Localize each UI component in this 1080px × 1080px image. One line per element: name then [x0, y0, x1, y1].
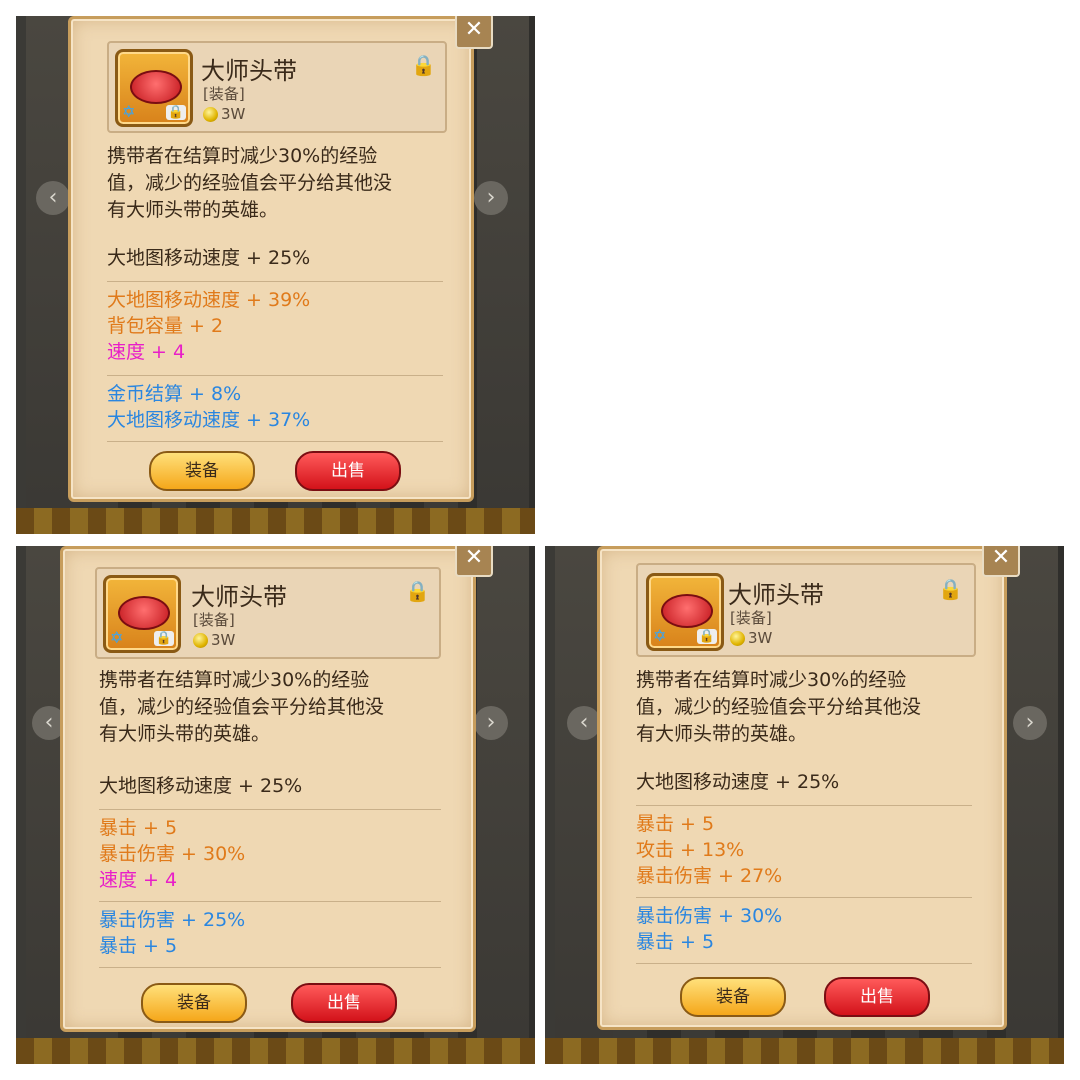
base-stat: 大地图移动速度 + 25% — [99, 775, 303, 797]
description-line: 携带者在结算时减少30%的经验 — [99, 669, 370, 691]
extra-stat: 暴击 + 5 — [99, 935, 178, 957]
equip-button[interactable]: 装备 — [141, 983, 247, 1023]
bonus-stat: 暴击 + 5 — [99, 817, 178, 839]
screenshot-3: ‹ › ✕ ✡ 🔒 大师头带 [装备] 3W 🔒 携带者在结算时减少30%的经验… — [545, 546, 1064, 1064]
right-column — [477, 16, 529, 534]
description-line: 值，减少的经验值会平分给其他没 — [99, 696, 385, 718]
lock-icon: 🔒 — [165, 105, 186, 120]
divider — [636, 897, 972, 898]
extra-stat: 暴击伤害 + 30% — [636, 905, 783, 927]
lock-icon[interactable]: 🔒 — [938, 577, 963, 601]
divider — [107, 375, 443, 376]
bottom-strip — [16, 1038, 535, 1064]
item-type: [装备] — [203, 85, 245, 103]
description-line: 值，减少的经验值会平分给其他没 — [636, 696, 922, 718]
price-value: 3W — [211, 631, 236, 649]
headband-icon — [661, 594, 713, 628]
item-description: 携带者在结算时减少30%的经验 值，减少的经验值会平分给其他没 有大师头带的英雄… — [636, 667, 921, 748]
star-badge-icon: ✡ — [653, 626, 667, 645]
description-line: 值，减少的经验值会平分给其他没 — [107, 172, 393, 194]
item-name: 大师头带 — [728, 581, 824, 609]
item-type: [装备] — [193, 611, 235, 629]
item-price: 3W — [203, 105, 245, 123]
close-x-icon[interactable]: ✕ — [455, 546, 493, 577]
base-stat: 大地图移动速度 + 25% — [636, 771, 840, 793]
lock-icon: 🔒 — [153, 631, 174, 646]
item-tooltip-panel: ✕ ✡ 🔒 大师头带 [装备] 3W 🔒 携带者在结算时减少30%的经验 值，减… — [68, 16, 493, 502]
divider — [636, 805, 972, 806]
bottom-strip — [16, 508, 535, 534]
bonus-stat: 暴击 + 5 — [636, 813, 715, 835]
left-arrow-icon[interactable]: ‹ — [36, 181, 70, 215]
item-icon[interactable]: ✡ 🔒 — [646, 573, 724, 651]
item-icon[interactable]: ✡ 🔒 — [115, 49, 193, 127]
item-header: ✡ 🔒 大师头带 [装备] 3W 🔒 — [636, 563, 976, 657]
right-column — [477, 546, 529, 1064]
sell-button[interactable]: 出售 — [824, 977, 930, 1017]
extra-stat: 暴击伤害 + 25% — [99, 909, 246, 931]
divider — [99, 901, 441, 902]
lock-icon: 🔒 — [696, 629, 717, 644]
screenshot-1: ‹ › ✕ ✡ 🔒 大师头带 [装备] 3W 🔒 携带者在结算时减少30%的经验… — [16, 16, 535, 534]
item-tooltip-panel: ✕ ✡ 🔒 大师头带 [装备] 3W 🔒 携带者在结算时减少30%的经验 值，减… — [60, 546, 493, 1032]
coin-icon — [193, 632, 208, 648]
item-tooltip-panel: ✕ ✡ 🔒 大师头带 [装备] 3W 🔒 携带者在结算时减少30%的经验 值，减… — [597, 546, 1020, 1030]
description-line: 携带者在结算时减少30%的经验 — [107, 145, 378, 167]
left-arrow-icon[interactable]: ‹ — [567, 706, 601, 740]
equip-button[interactable]: 装备 — [149, 451, 255, 491]
right-column — [1006, 546, 1058, 1064]
screenshot-2: ‹ › ✕ ✡ 🔒 大师头带 [装备] 3W 🔒 携带者在结算时减少30%的经验… — [16, 546, 535, 1064]
extra-stat: 大地图移动速度 + 37% — [107, 409, 311, 431]
sell-button[interactable]: 出售 — [295, 451, 401, 491]
divider — [99, 809, 441, 810]
divider — [99, 967, 441, 968]
bonus-stat: 暴击伤害 + 27% — [636, 865, 783, 887]
price-value: 3W — [221, 105, 246, 123]
right-arrow-icon[interactable]: › — [1013, 706, 1047, 740]
item-type: [装备] — [730, 609, 772, 627]
lock-icon[interactable]: 🔒 — [411, 53, 436, 77]
item-icon[interactable]: ✡ 🔒 — [103, 575, 181, 653]
close-x-icon[interactable]: ✕ — [455, 16, 493, 49]
item-description: 携带者在结算时减少30%的经验 值，减少的经验值会平分给其他没 有大师头带的英雄… — [107, 143, 392, 224]
headband-icon — [118, 596, 170, 630]
bottom-strip — [545, 1038, 1064, 1064]
divider — [107, 281, 443, 282]
base-stat: 大地图移动速度 + 25% — [107, 247, 311, 269]
bonus-stat: 背包容量 + 2 — [107, 315, 224, 337]
description-line: 有大师头带的英雄。 — [107, 199, 279, 221]
item-price: 3W — [730, 629, 772, 647]
item-name: 大师头带 — [191, 583, 287, 611]
headband-icon — [130, 70, 182, 104]
coin-icon — [730, 630, 745, 646]
divider — [636, 963, 972, 964]
bonus-stat: 大地图移动速度 + 39% — [107, 289, 311, 311]
bonus-stat: 暴击伤害 + 30% — [99, 843, 246, 865]
extra-stat: 暴击 + 5 — [636, 931, 715, 953]
sell-button[interactable]: 出售 — [291, 983, 397, 1023]
description-line: 有大师头带的英雄。 — [636, 723, 808, 745]
divider — [107, 441, 443, 442]
equip-button[interactable]: 装备 — [680, 977, 786, 1017]
bonus-stat: 速度 + 4 — [99, 869, 178, 891]
extra-stat: 金币结算 + 8% — [107, 383, 242, 405]
close-x-icon[interactable]: ✕ — [982, 546, 1020, 577]
star-badge-icon: ✡ — [122, 102, 136, 121]
price-value: 3W — [748, 629, 773, 647]
lock-icon[interactable]: 🔒 — [405, 579, 430, 603]
item-name: 大师头带 — [201, 57, 297, 85]
item-price: 3W — [193, 631, 235, 649]
right-arrow-icon[interactable]: › — [474, 181, 508, 215]
description-line: 有大师头带的英雄。 — [99, 723, 271, 745]
star-badge-icon: ✡ — [110, 628, 124, 647]
coin-icon — [203, 106, 218, 122]
item-header: ✡ 🔒 大师头带 [装备] 3W 🔒 — [107, 41, 447, 133]
right-arrow-icon[interactable]: › — [474, 706, 508, 740]
bonus-stat: 速度 + 4 — [107, 341, 186, 363]
item-description: 携带者在结算时减少30%的经验 值，减少的经验值会平分给其他没 有大师头带的英雄… — [99, 667, 384, 748]
description-line: 携带者在结算时减少30%的经验 — [636, 669, 907, 691]
item-header: ✡ 🔒 大师头带 [装备] 3W 🔒 — [95, 567, 441, 659]
bonus-stat: 攻击 + 13% — [636, 839, 745, 861]
